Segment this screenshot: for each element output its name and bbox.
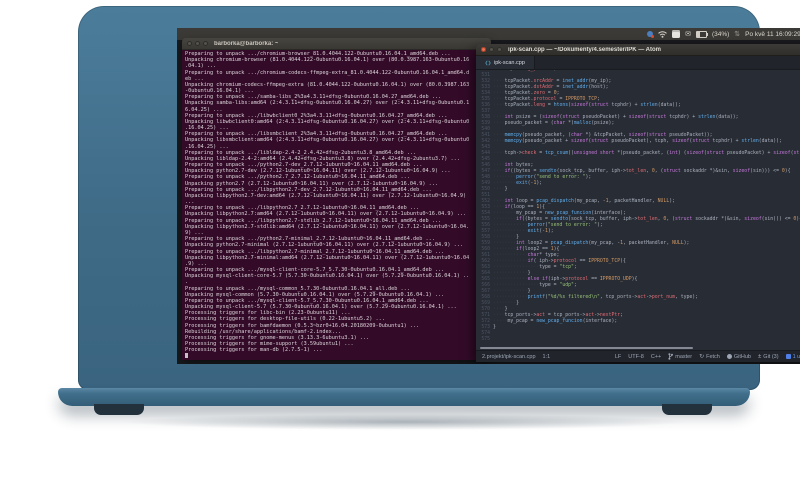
laptop-foot (94, 404, 144, 415)
keyboard-layout-icon[interactable] (672, 30, 681, 38)
minimize-button[interactable] (489, 47, 494, 52)
code-text: ····memcpy(pseudo_packet + sizeof(struct… (493, 139, 782, 144)
status-branch[interactable]: master (668, 353, 692, 360)
atom-titlebar[interactable]: ipk-scan.cpp — ~/Dokumenty/4.semester/IP… (476, 44, 800, 56)
sync-icon: ↻ (699, 353, 705, 360)
status-github[interactable]: GitHub (726, 354, 751, 360)
terminal-line: Preparing to unpack .../libwbclient0_2%3… (185, 112, 448, 119)
terminal-body[interactable]: Preparing to unpack .../chromium-browser… (182, 50, 491, 360)
code-text: ····} (493, 187, 508, 192)
battery-percentage: (34%) (711, 30, 730, 38)
terminal-window: barborka@barborka: ~ Preparing to unpack… (182, 38, 491, 360)
terminal-line: Unpacking chromium-browser (81.0.4044.12… (185, 57, 470, 64)
laptop-shadow (120, 414, 690, 430)
terminal-line (185, 353, 491, 359)
status-git-changes[interactable]: ± Git (3) (758, 354, 779, 360)
git-branch-icon (668, 353, 674, 360)
terminal-titlebar[interactable]: barborka@barborka: ~ (182, 38, 491, 50)
close-button[interactable] (481, 47, 486, 52)
update-icon (785, 354, 791, 359)
status-line-ending[interactable]: LF (615, 354, 621, 360)
status-update[interactable]: 1 update (785, 354, 800, 360)
terminal-line: Unpacking libpython2.7-minimal:amd64 (2.… (185, 254, 470, 261)
laptop-base (58, 388, 750, 406)
laptop-foot (662, 404, 712, 415)
terminal-title: barborka@barborka: ~ (214, 40, 279, 47)
terminal-line: Unpacking libpython2.7:amd64 (2.7.12-1ub… (185, 211, 467, 218)
terminal-line: Unpacking libwbclient0:amd64 (2:4.3.11+d… (185, 118, 470, 125)
code-text: ····pseudo_packet = (char *)malloc(psize… (493, 121, 615, 126)
status-bar: 2.projekt/ipk-scan.cpp 1:1 LF UTF-8 C++ (476, 350, 800, 362)
terminal-line: Unpacking samba-libs:amd64 (2:4.3.11+dfs… (185, 100, 470, 107)
code-line[interactable]: 542 ····memcpy(pseudo_packet + sizeof(str… (476, 139, 800, 145)
clock[interactable]: Po kvě 11 16:09:29 (745, 31, 800, 38)
atom-editor[interactable]: 530····tcph->urg_ptr = 0;531532····tcpPa… (476, 70, 800, 346)
status-fetch[interactable]: ↻ Fetch (699, 354, 720, 360)
laptop-screen-bezel: ✉ (34%) ⇅ Po kvě 11 16:09:29 ⚙ barborka@… (78, 6, 800, 390)
code-text: ····tcph->urg_ptr = 0; (493, 70, 557, 73)
terminal-line: Unpacking mysql-client-core-5.7 (5.7.30-… (185, 273, 470, 280)
desktop-screen: ✉ (34%) ⇅ Po kvě 11 16:09:29 ⚙ barborka@… (177, 28, 800, 364)
code-text: } (493, 325, 496, 330)
status-grammar[interactable]: C++ (651, 354, 661, 360)
status-encoding[interactable]: UTF-8 (628, 354, 644, 360)
terminal-cursor (185, 353, 188, 359)
arrows-icon[interactable]: ⇅ (734, 31, 740, 38)
status-file-path[interactable]: 2.projekt/ipk-scan.cpp (482, 354, 536, 360)
wifi-icon[interactable] (658, 30, 667, 38)
atom-window-title: ipk-scan.cpp — ~/Dokumenty/4.semester/IP… (508, 46, 661, 53)
terminal-line: Unpacking libpython2.7-dev:amd64 (2.7.12… (185, 192, 467, 199)
code-line[interactable]: 575 (476, 337, 800, 343)
cpp-file-icon (485, 60, 491, 65)
code-text: ············printf("%d/%s filtered\n", t… (493, 295, 699, 300)
code-text: ····tcph->check = tcp_csum((unsigned sho… (493, 151, 800, 156)
code-line[interactable]: 544 ····tcph->check = tcp_csum((unsigned … (476, 151, 800, 157)
minimize-button[interactable] (195, 41, 200, 46)
scrollbar-thumb[interactable] (480, 347, 694, 349)
terminal-line: Unpacking libsmbclient:amd64 (2:4.3.11+d… (185, 137, 470, 144)
code-text: ····tcpPacket.leng = htons(sizeof(struct… (493, 103, 681, 108)
tab-bar: ipk-scan.cpp (476, 56, 800, 70)
github-icon (726, 354, 732, 359)
close-button[interactable] (187, 41, 192, 46)
status-cursor-position[interactable]: 1:1 (543, 354, 551, 360)
tab-label: ipk-scan.cpp (494, 59, 525, 66)
maximize-button[interactable] (497, 47, 502, 52)
battery-icon[interactable] (695, 30, 708, 38)
laptop-mockup: ✉ (34%) ⇅ Po kvě 11 16:09:29 ⚙ barborka@… (0, 0, 800, 477)
maximize-button[interactable] (203, 41, 208, 46)
line-number: 575 (481, 337, 490, 342)
terminal-line: Preparing to unpack .../chromium-codecs-… (185, 69, 470, 76)
mail-icon[interactable]: ✉ (685, 31, 691, 38)
app-indicator-icon[interactable] (647, 31, 655, 38)
atom-window: ipk-scan.cpp — ~/Dokumenty/4.semester/IP… (476, 44, 800, 362)
terminal-line: Unpacking libpython2.7-stdlib:amd64 (2.7… (185, 223, 470, 230)
tab-ipk-scan[interactable]: ipk-scan.cpp (476, 56, 535, 69)
terminal-line: Unpacking python2.7-minimal (2.7.12-1ubu… (185, 242, 463, 249)
code-text: ·····my_pcap = new_pcap_funcion(interfac… (493, 319, 618, 324)
diff-icon: ± (758, 353, 762, 360)
